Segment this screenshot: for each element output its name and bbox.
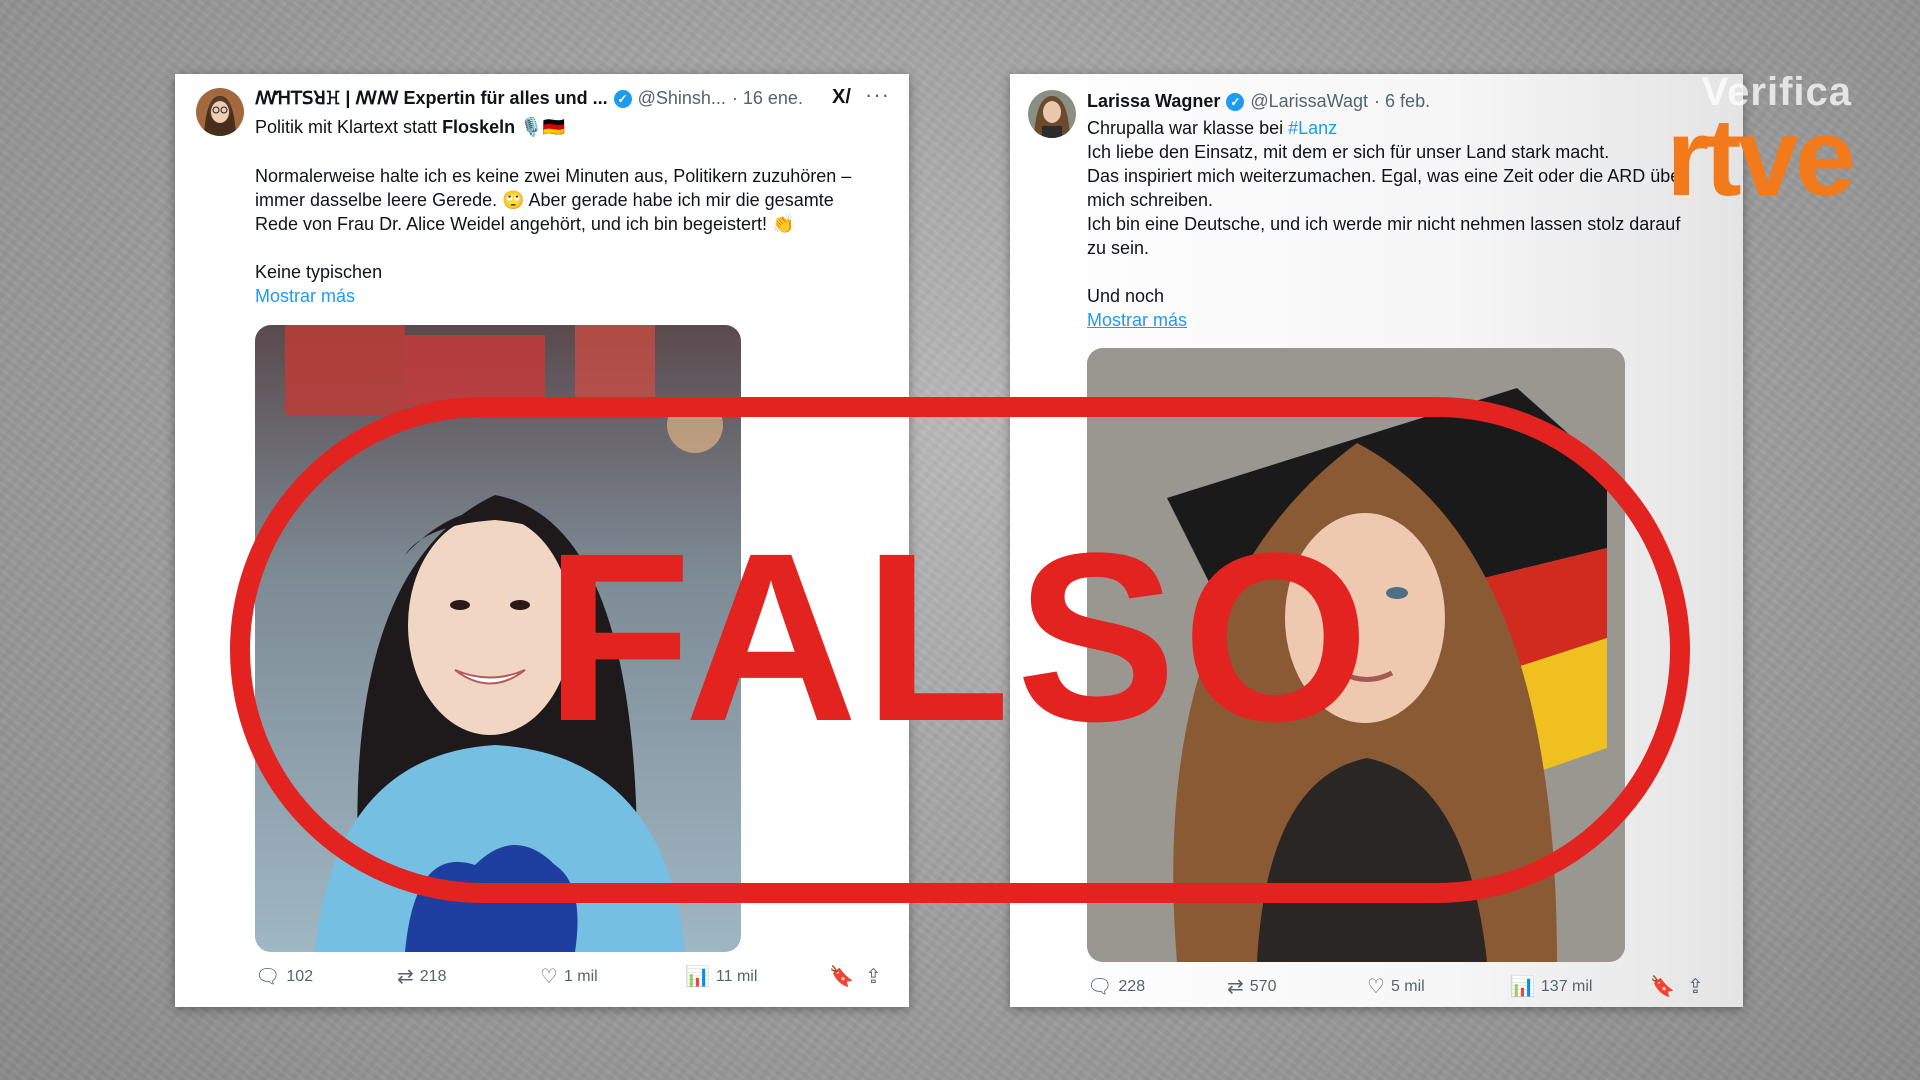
falso-label: FALSO xyxy=(545,503,1375,771)
falso-stamp: FALSO xyxy=(230,397,1690,903)
logo-rtve: rtve xyxy=(1666,96,1856,219)
rtve-verifica-logo: Verifica rtve xyxy=(1666,70,1856,219)
